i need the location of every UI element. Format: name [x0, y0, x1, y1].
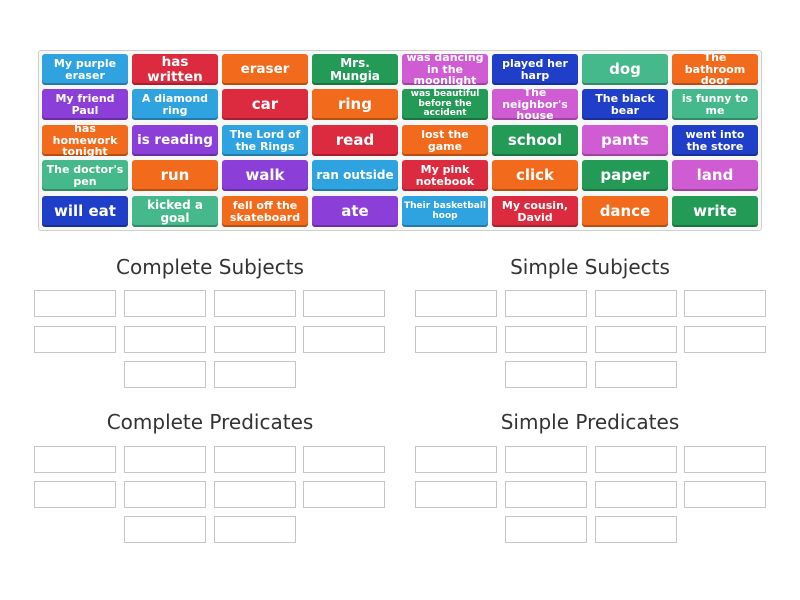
drop-slot[interactable] — [214, 361, 296, 388]
group-title-simple-subjects: Simple Subjects — [510, 255, 670, 279]
drop-slot[interactable] — [684, 290, 766, 317]
drop-slot[interactable] — [505, 326, 587, 353]
drop-slot[interactable] — [34, 446, 116, 473]
tile[interactable]: is reading — [132, 125, 218, 156]
tile[interactable]: Their basketball hoop — [402, 196, 488, 227]
drop-slot[interactable] — [505, 290, 587, 317]
tile[interactable]: lost the game — [402, 125, 488, 156]
tile[interactable]: dog — [582, 54, 668, 85]
tile[interactable]: walk — [222, 160, 308, 191]
tile[interactable]: paper — [582, 160, 668, 191]
tile[interactable]: My purple eraser — [42, 54, 128, 85]
tile[interactable]: fell off the skateboard — [222, 196, 308, 227]
drop-slot[interactable] — [214, 481, 296, 508]
drop-slot[interactable] — [303, 446, 385, 473]
drop-slot[interactable] — [214, 446, 296, 473]
drop-slot[interactable] — [214, 516, 296, 543]
drop-slot[interactable] — [34, 326, 116, 353]
tile[interactable]: click — [492, 160, 578, 191]
drop-slot[interactable] — [124, 481, 206, 508]
drop-slot[interactable] — [684, 446, 766, 473]
tile[interactable]: will eat — [42, 196, 128, 227]
tile[interactable]: The bathroom door — [672, 54, 758, 85]
group-title-simple-predicates: Simple Predicates — [500, 410, 680, 434]
tile[interactable]: car — [222, 89, 308, 120]
tile[interactable]: ring — [312, 89, 398, 120]
tile[interactable]: My cousin, David — [492, 196, 578, 227]
tile[interactable]: The Lord of the Rings — [222, 125, 308, 156]
drop-slot[interactable] — [595, 326, 677, 353]
tile[interactable]: The doctor's pen — [42, 160, 128, 191]
drop-slot[interactable] — [303, 481, 385, 508]
tile[interactable]: has homework tonight — [42, 125, 128, 156]
tile[interactable]: My pink notebook — [402, 160, 488, 191]
tile-bank: My purple eraser has written eraser Mrs.… — [38, 50, 762, 231]
tile[interactable]: was beautiful before the accident — [402, 89, 488, 120]
tile[interactable]: kicked a goal — [132, 196, 218, 227]
drop-slot[interactable] — [124, 516, 206, 543]
tile[interactable]: My friend Paul — [42, 89, 128, 120]
drop-slot[interactable] — [415, 326, 497, 353]
drop-slot[interactable] — [505, 446, 587, 473]
drop-slot[interactable] — [505, 481, 587, 508]
tile[interactable]: played her harp — [492, 54, 578, 85]
drop-slot[interactable] — [124, 290, 206, 317]
drop-slot[interactable] — [595, 361, 677, 388]
drop-slot[interactable] — [34, 481, 116, 508]
drop-slot[interactable] — [415, 446, 497, 473]
drop-slot[interactable] — [595, 446, 677, 473]
tile[interactable]: Mrs. Mungia — [312, 54, 398, 85]
drop-slot[interactable] — [684, 326, 766, 353]
drop-slot[interactable] — [303, 290, 385, 317]
tile[interactable]: ran outside — [312, 160, 398, 191]
tile[interactable]: run — [132, 160, 218, 191]
tile[interactable]: pants — [582, 125, 668, 156]
drop-slot[interactable] — [124, 361, 206, 388]
tile[interactable]: eraser — [222, 54, 308, 85]
drop-slot[interactable] — [415, 290, 497, 317]
tile[interactable]: school — [492, 125, 578, 156]
drop-slot[interactable] — [505, 516, 587, 543]
drop-slot[interactable] — [34, 290, 116, 317]
drop-slot[interactable] — [595, 516, 677, 543]
drop-slot[interactable] — [684, 481, 766, 508]
tile[interactable]: has written — [132, 54, 218, 85]
drop-slot[interactable] — [415, 481, 497, 508]
tile[interactable]: A diamond ring — [132, 89, 218, 120]
tile[interactable]: dance — [582, 196, 668, 227]
tile[interactable]: The black bear — [582, 89, 668, 120]
drop-slot[interactable] — [214, 290, 296, 317]
tile[interactable]: write — [672, 196, 758, 227]
group-title-complete-predicates: Complete Predicates — [106, 410, 314, 434]
drop-slot[interactable] — [595, 481, 677, 508]
tile[interactable]: is funny to me — [672, 89, 758, 120]
tile[interactable]: land — [672, 160, 758, 191]
drop-slot[interactable] — [595, 290, 677, 317]
tile[interactable]: read — [312, 125, 398, 156]
tile[interactable]: The neighbor's house — [492, 89, 578, 120]
drop-slot[interactable] — [505, 361, 587, 388]
tile[interactable]: ate — [312, 196, 398, 227]
drop-slot[interactable] — [124, 446, 206, 473]
drop-slot[interactable] — [214, 326, 296, 353]
tile[interactable]: went into the store — [672, 125, 758, 156]
drop-slot[interactable] — [124, 326, 206, 353]
tile[interactable]: was dancing in the moonlight — [402, 54, 488, 85]
drop-slot[interactable] — [303, 326, 385, 353]
group-title-complete-subjects: Complete Subjects — [116, 255, 304, 279]
